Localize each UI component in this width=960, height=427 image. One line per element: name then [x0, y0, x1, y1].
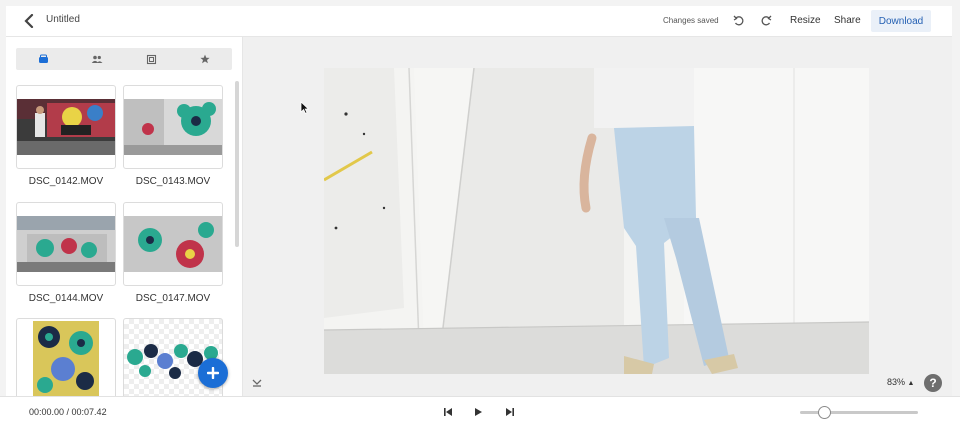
share-button[interactable]: Share [834, 15, 861, 26]
image-frame-icon [146, 54, 156, 64]
help-button[interactable]: ? [924, 374, 942, 392]
video-thumbnail [124, 99, 222, 155]
media-thumbnail-card [123, 202, 223, 286]
back-button[interactable] [20, 12, 38, 30]
skip-back-button[interactable] [441, 405, 455, 419]
video-thumbnail [17, 99, 115, 155]
video-thumbnail [17, 216, 115, 272]
undo-icon [733, 15, 744, 26]
undo-button[interactable] [730, 12, 748, 30]
redo-icon [761, 15, 772, 26]
app-window: Untitled Changes saved Resize Share Down… [0, 0, 960, 427]
timecode: 00:00.00 / 00:07.42 [29, 407, 107, 417]
media-item[interactable]: DSC_0143.MOV [123, 85, 223, 187]
save-status: Changes saved [663, 16, 719, 25]
download-button[interactable]: Download [871, 10, 931, 32]
video-frame [324, 68, 869, 374]
media-sidebar: DSC_0142.MOV DSC_0143.MOV DSC_0144.MOV D… [6, 37, 243, 396]
star-icon [200, 54, 210, 64]
media-item-label: DSC_0144.MOV [28, 293, 104, 304]
project-title[interactable]: Untitled [46, 14, 80, 25]
media-thumbnail-card [123, 85, 223, 169]
mouse-cursor-icon [300, 101, 309, 114]
caret-up-icon: ▲ [907, 380, 915, 387]
resize-button[interactable]: Resize [790, 15, 821, 26]
zoom-value: 83% [887, 377, 906, 387]
media-thumbnail-card [16, 85, 116, 169]
media-item-label: DSC_0147.MOV [135, 293, 211, 304]
video-thumbnail [124, 216, 222, 272]
media-item-label: DSC_0143.MOV [135, 176, 211, 187]
video-preview[interactable] [324, 68, 869, 374]
tab-favorites[interactable] [178, 48, 232, 70]
tab-frames[interactable] [124, 48, 178, 70]
media-item[interactable]: DSC_0142.MOV [16, 85, 116, 187]
tab-people[interactable] [70, 48, 124, 70]
media-item-label: DSC_0142.MOV [28, 176, 104, 187]
image-thumbnail [33, 321, 99, 396]
play-button[interactable] [471, 405, 485, 419]
collapse-panel-icon[interactable] [251, 377, 263, 389]
media-tray-icon [38, 54, 48, 63]
media-item[interactable] [16, 318, 116, 396]
top-toolbar: Untitled Changes saved Resize Share Down… [6, 6, 952, 37]
sidebar-tabs [16, 48, 232, 70]
media-item[interactable]: DSC_0144.MOV [16, 202, 116, 304]
tab-media[interactable] [16, 48, 70, 70]
media-thumbnail-card [16, 318, 116, 396]
timeline-zoom-slider-handle[interactable] [817, 406, 831, 419]
preview-canvas-area [243, 37, 952, 396]
people-icon [91, 55, 103, 63]
sidebar-scrollbar[interactable] [235, 81, 239, 247]
skip-forward-icon [506, 408, 514, 416]
play-icon [475, 408, 482, 416]
media-thumbnail-card [16, 202, 116, 286]
add-media-button[interactable] [198, 358, 228, 388]
skip-forward-button[interactable] [503, 405, 517, 419]
zoom-level[interactable]: 83% ▲ [887, 377, 914, 387]
media-item[interactable]: DSC_0147.MOV [123, 202, 223, 304]
playback-bar: 00:00.00 / 00:07.42 [0, 396, 960, 427]
redo-button[interactable] [757, 12, 775, 30]
chevron-left-icon [24, 14, 34, 28]
plus-icon [207, 367, 219, 379]
skip-back-icon [444, 408, 452, 416]
